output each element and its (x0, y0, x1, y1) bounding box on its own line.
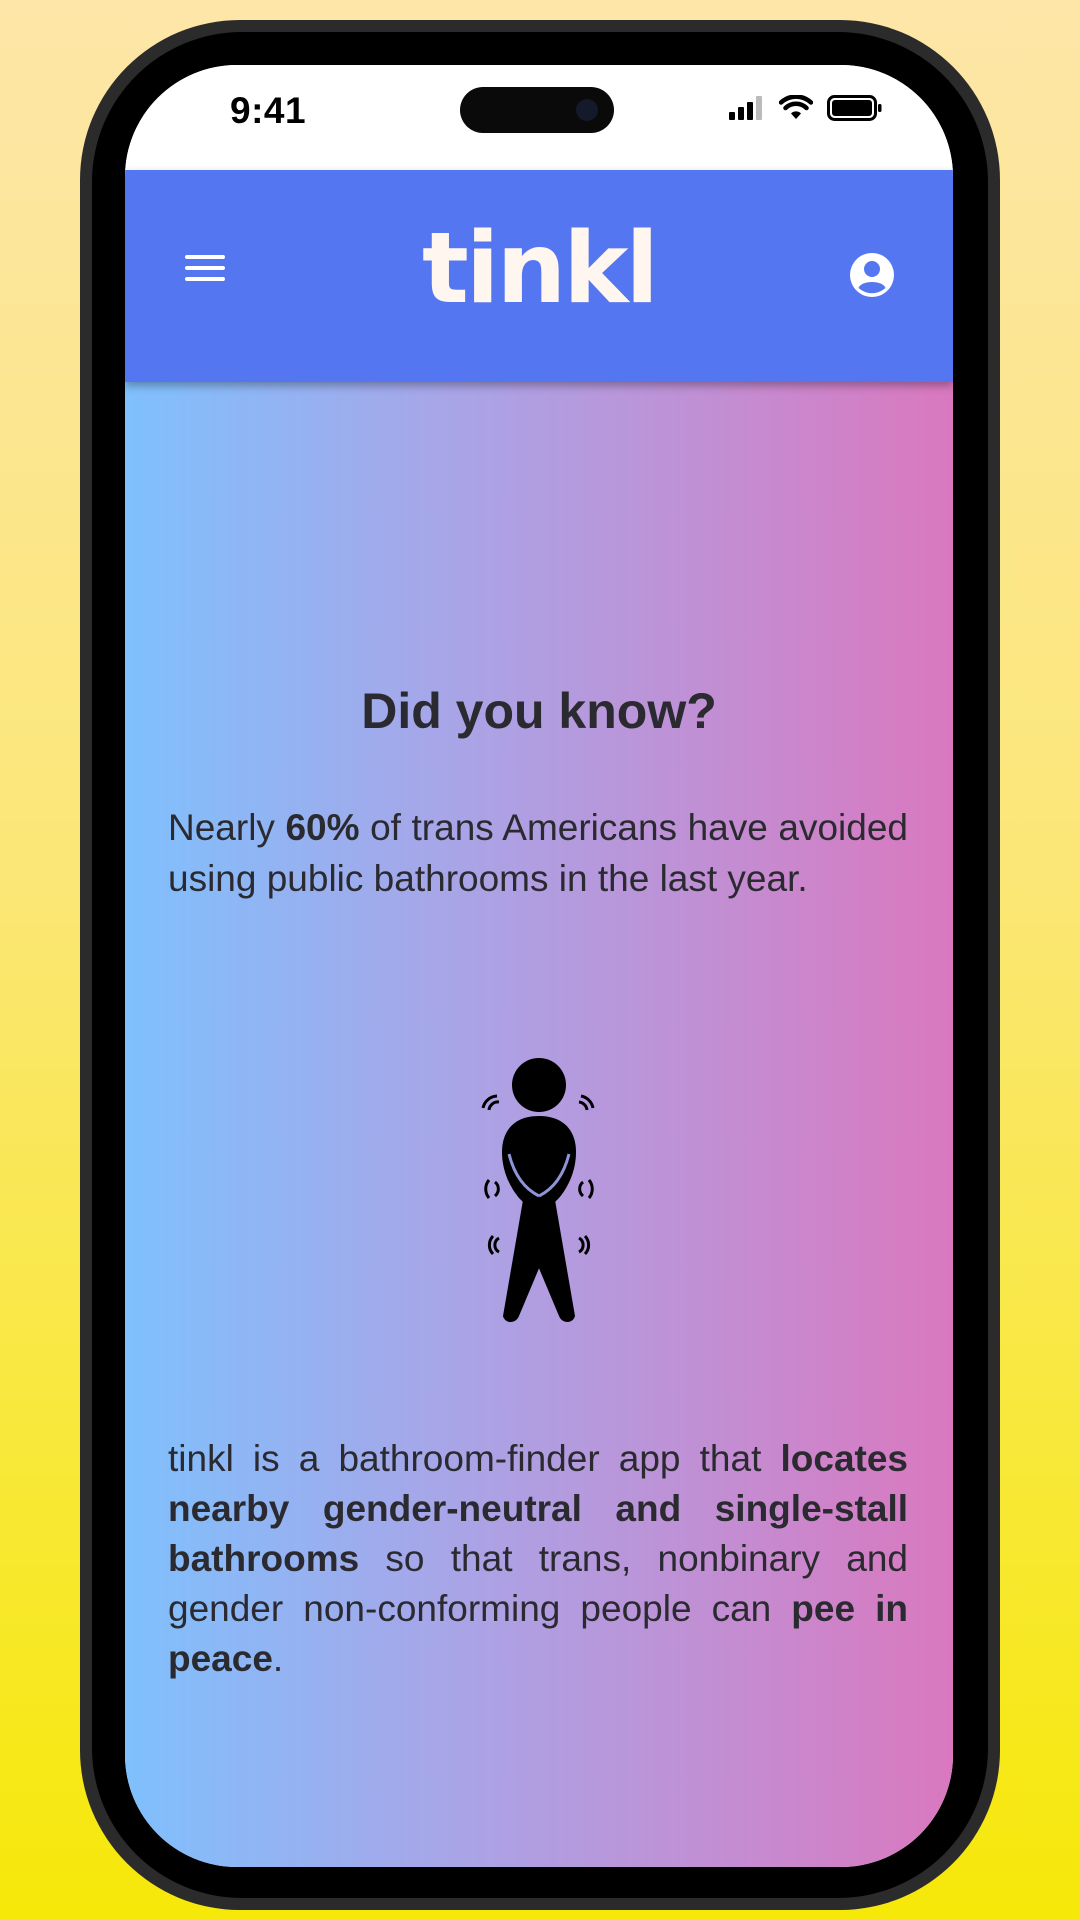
about-text-3: . (272, 1638, 284, 1679)
front-camera-icon (576, 99, 598, 121)
did-you-know-heading: Did you know? (361, 683, 717, 739)
wifi-icon (779, 95, 813, 119)
dynamic-island (460, 87, 614, 133)
status-bar: 9:41 (125, 65, 953, 170)
app-description: tinkl is a bathroom-finder app that loca… (168, 1434, 908, 1684)
trans-bathroom-fact: Nearly 60% of trans Americans have avoid… (168, 802, 908, 904)
fact-text-start: Nearly (168, 807, 286, 848)
main-content: Did you know? Nearly 60% of trans Americ… (125, 382, 953, 1867)
about-text-1: tinkl is a bathroom-finder app that (168, 1438, 781, 1479)
status-time: 9:41 (230, 90, 307, 131)
phone-screen: 9:41 tinkl Did you know? Nearly 60% of t… (125, 65, 953, 1867)
user-circle-icon[interactable] (849, 252, 895, 298)
cellular-signal-icon (729, 96, 762, 120)
app-header: tinkl (125, 170, 953, 382)
app-logo[interactable]: tinkl (125, 220, 953, 318)
fact-statistic: 60% (285, 807, 360, 848)
status-icons (729, 95, 883, 121)
battery-icon (827, 95, 882, 121)
person-needs-to-pee-icon (481, 1058, 595, 1322)
